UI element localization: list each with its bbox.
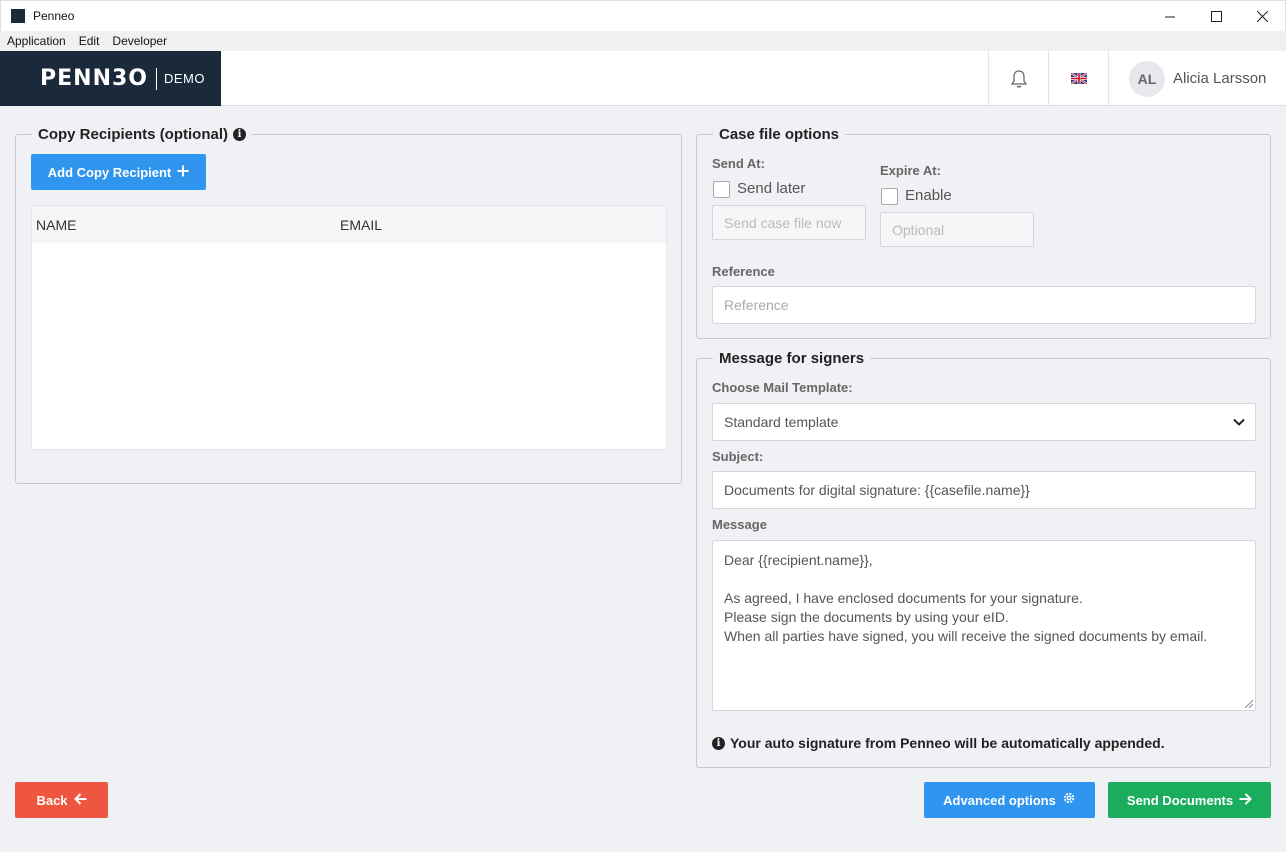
demo-badge: DEMO — [164, 71, 205, 86]
uk-flag-icon — [1070, 73, 1087, 84]
resize-handle-icon[interactable] — [1245, 700, 1253, 708]
reference-label: Reference — [712, 264, 775, 279]
copy-recipients-panel: Copy Recipients (optional) i Add Copy Re… — [15, 126, 682, 484]
logo-separator — [156, 67, 157, 90]
message-for-signers-legend: Message for signers — [713, 350, 871, 367]
notifications-button[interactable] — [988, 51, 1048, 106]
advanced-options-button[interactable]: Advanced options — [924, 782, 1095, 818]
mail-template-select[interactable]: Standard template — [712, 403, 1256, 441]
send-documents-button[interactable]: Send Documents — [1108, 782, 1271, 818]
user-name: Alicia Larsson — [1173, 70, 1267, 87]
reference-placeholder: Reference — [724, 297, 789, 313]
table-header: NAME EMAIL — [32, 206, 666, 243]
message-textarea[interactable]: Dear {{recipient.name}}, As agreed, I ha… — [712, 540, 1256, 711]
message-line: Please sign the documents by using your … — [724, 609, 1009, 625]
expire-enable-label[interactable]: Enable — [905, 187, 952, 204]
auto-signature-note: i Your auto signature from Penneo will b… — [712, 735, 1165, 751]
minimize-icon — [1165, 16, 1175, 17]
menu-edit[interactable]: Edit — [79, 34, 100, 48]
arrow-right-icon — [1239, 792, 1253, 809]
menu-bar: Application Edit Developer — [0, 31, 1286, 51]
app-header: PENN3O DEMO AL Alicia Larsson — [0, 51, 1286, 106]
case-file-options-panel: Case file options Send At: Send later Se… — [696, 126, 1271, 339]
message-for-signers-panel: Message for signers Choose Mail Template… — [696, 350, 1271, 768]
add-copy-recipient-label: Add Copy Recipient — [47, 164, 172, 180]
avatar: AL — [1129, 60, 1165, 97]
user-menu[interactable]: AL Alicia Larsson — [1108, 51, 1286, 106]
subject-input[interactable]: Documents for digital signature: {{casef… — [712, 471, 1256, 509]
subject-value: Documents for digital signature: {{casef… — [724, 482, 1030, 498]
copy-recipients-table: NAME EMAIL — [31, 205, 667, 450]
penneo-app-icon — [11, 9, 25, 23]
expire-date-input[interactable]: Optional — [880, 212, 1034, 247]
message-label: Message — [712, 517, 767, 532]
send-at-label: Send At: — [712, 156, 765, 171]
window-title: Penneo — [33, 9, 75, 23]
copy-recipients-legend: Copy Recipients (optional) i — [32, 126, 253, 143]
close-icon — [1256, 11, 1268, 22]
expire-enable-checkbox[interactable] — [881, 188, 898, 205]
mail-template-value: Standard template — [724, 414, 839, 430]
reference-input[interactable]: Reference — [712, 286, 1256, 324]
back-button[interactable]: Back — [15, 782, 108, 818]
close-button[interactable] — [1239, 1, 1285, 32]
copy-recipients-title: Copy Recipients (optional) — [38, 126, 229, 143]
send-documents-label: Send Documents — [1126, 792, 1234, 808]
menu-developer[interactable]: Developer — [112, 34, 167, 48]
window-titlebar: Penneo — [0, 0, 1286, 31]
expire-date-placeholder: Optional — [892, 221, 945, 238]
brand-logo[interactable]: PENN3O DEMO — [0, 51, 221, 106]
arrow-left-icon — [73, 792, 87, 809]
expire-at-label: Expire At: — [880, 163, 941, 178]
message-line: Dear {{recipient.name}}, — [724, 552, 873, 568]
info-icon[interactable]: i — [233, 128, 247, 141]
subject-label: Subject: — [712, 449, 764, 464]
maximize-icon — [1210, 11, 1222, 22]
info-icon: i — [712, 736, 725, 750]
column-name[interactable]: NAME — [36, 217, 76, 233]
message-line: As agreed, I have enclosed documents for… — [724, 590, 1083, 606]
case-file-options-legend: Case file options — [713, 126, 846, 143]
bell-icon — [1010, 69, 1027, 88]
add-copy-recipient-button[interactable]: Add Copy Recipient — [31, 154, 206, 190]
advanced-options-label: Advanced options — [943, 792, 1056, 808]
chevron-down-icon — [1233, 418, 1245, 426]
gear-icon — [1062, 791, 1076, 809]
mail-template-label: Choose Mail Template: — [712, 380, 853, 395]
message-line — [724, 570, 1244, 589]
back-label: Back — [36, 792, 68, 808]
send-date-placeholder: Send case file now — [724, 214, 842, 231]
send-later-label[interactable]: Send later — [737, 180, 805, 197]
plus-icon — [177, 164, 189, 181]
language-selector[interactable] — [1048, 51, 1108, 106]
menu-application[interactable]: Application — [7, 34, 66, 48]
auto-signature-text: Your auto signature from Penneo will be … — [730, 735, 1165, 751]
maximize-button[interactable] — [1193, 1, 1239, 32]
message-line: When all parties have signed, you will r… — [724, 628, 1208, 644]
send-date-input[interactable]: Send case file now — [712, 205, 866, 240]
minimize-button[interactable] — [1147, 1, 1193, 32]
column-email[interactable]: EMAIL — [340, 217, 382, 233]
penneo-logo: PENN3O — [40, 66, 148, 91]
send-later-checkbox[interactable] — [713, 181, 730, 198]
